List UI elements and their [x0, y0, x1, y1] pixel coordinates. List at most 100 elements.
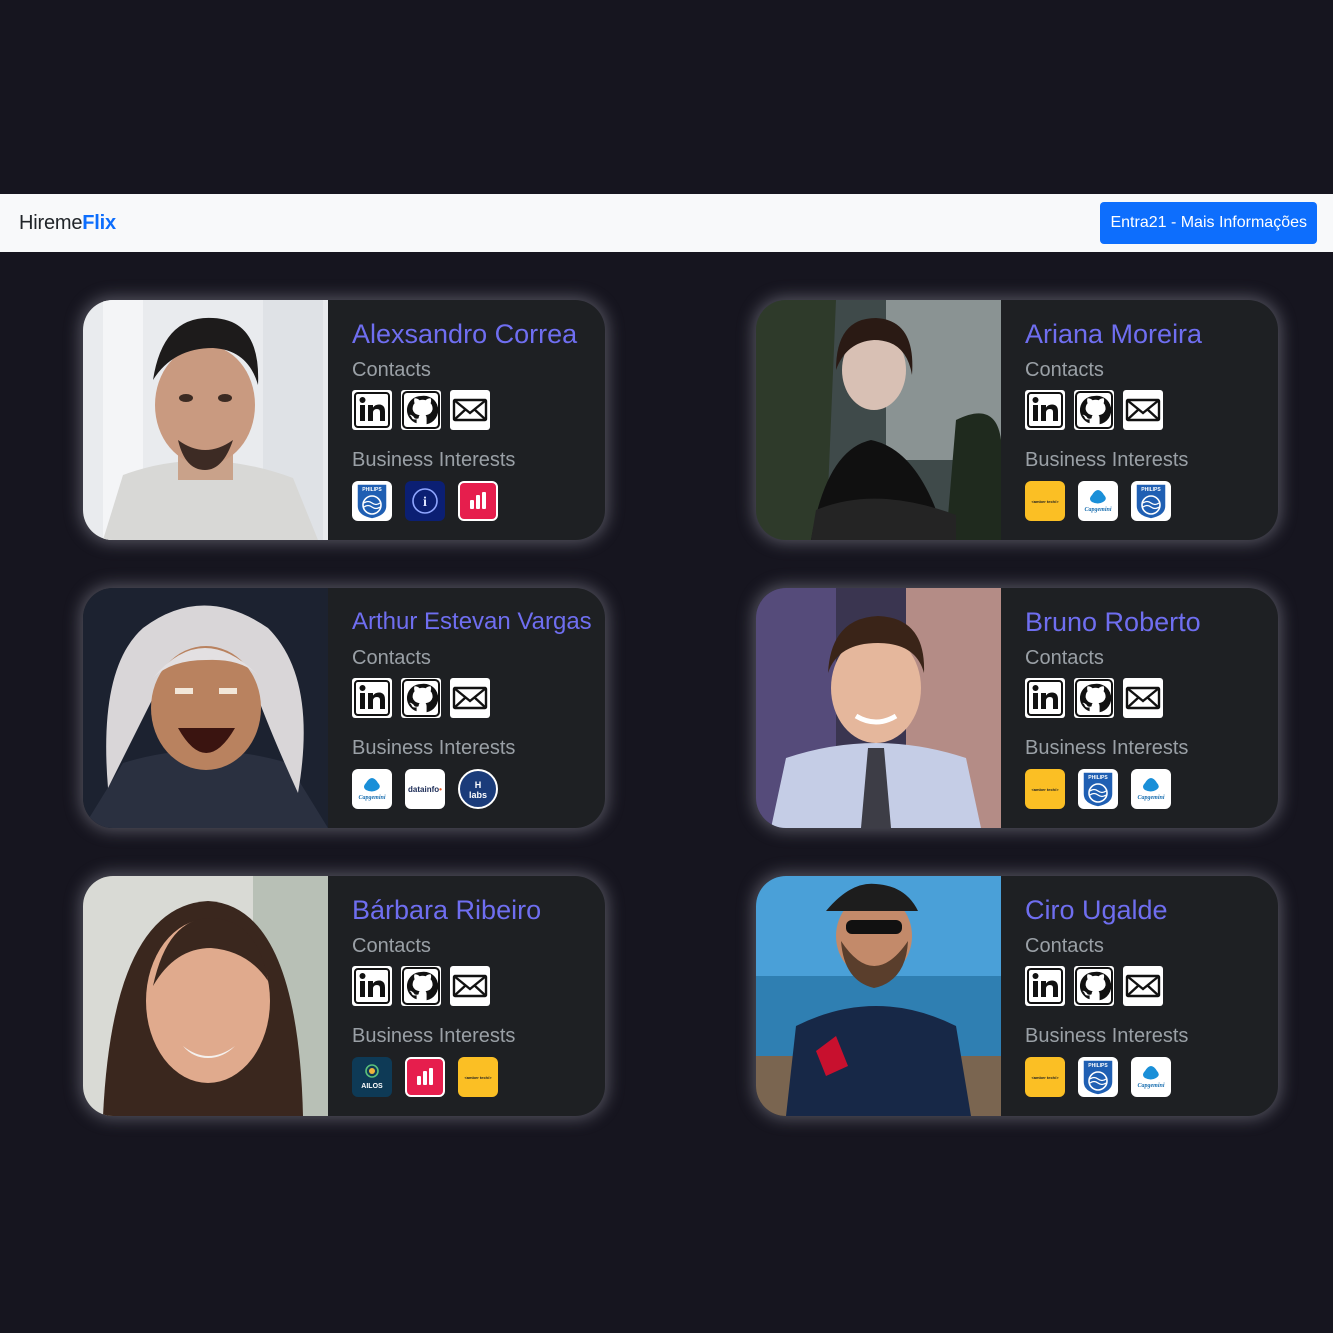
profile-info: Ariana Moreira Contacts Business Interes…	[1001, 300, 1278, 540]
contacts-heading: Contacts	[352, 359, 431, 381]
company-logo-red	[405, 1057, 445, 1097]
profile-name: Bruno Roberto	[1025, 607, 1201, 637]
github-icon[interactable]	[1074, 966, 1114, 1006]
profile-name: Arthur Estevan Vargas	[352, 608, 592, 635]
profile-name: Alexsandro Correa	[352, 319, 578, 349]
github-icon[interactable]	[401, 966, 441, 1006]
linkedin-icon[interactable]	[1025, 390, 1065, 430]
github-icon[interactable]	[1074, 390, 1114, 430]
contact-icons	[352, 678, 605, 718]
contact-icons	[1025, 390, 1278, 430]
email-icon[interactable]	[450, 390, 490, 430]
contacts-heading: Contacts	[352, 935, 431, 957]
contact-icons	[352, 966, 605, 1006]
linkedin-icon[interactable]	[352, 390, 392, 430]
linkedin-icon[interactable]	[1025, 966, 1065, 1006]
company-logo-cap: Capgemini	[352, 769, 392, 809]
contacts-heading: Contacts	[352, 647, 431, 669]
company-logo-datainfo: datainfo•	[405, 769, 445, 809]
linkedin-icon[interactable]	[1025, 678, 1065, 718]
profile-card: Ariana Moreira Contacts Business Interes…	[756, 300, 1278, 540]
svg-text:i: i	[423, 495, 427, 510]
business-interests-heading: Business Interests	[352, 1025, 516, 1047]
github-icon[interactable]	[401, 390, 441, 430]
email-icon[interactable]	[450, 678, 490, 718]
linkedin-icon[interactable]	[352, 966, 392, 1006]
company-logo-amber: <amber tech/>	[1025, 769, 1065, 809]
svg-text:PHILIPS: PHILIPS	[1141, 487, 1161, 493]
contact-icons	[1025, 966, 1278, 1006]
company-logo-philips: PHILIPS	[1131, 481, 1171, 521]
profile-photo	[756, 588, 1001, 828]
brand-text-hireme: Hireme	[19, 211, 83, 234]
company-logo-dark-blue: i	[405, 481, 445, 521]
company-logo-ailos: AILOS	[352, 1057, 392, 1097]
github-icon[interactable]	[1074, 678, 1114, 718]
contacts-heading: Contacts	[1025, 935, 1104, 957]
contact-icons	[352, 390, 605, 430]
company-logo-cap: Capgemini	[1131, 1057, 1171, 1097]
business-interests-heading: Business Interests	[352, 737, 516, 759]
linkedin-icon[interactable]	[352, 678, 392, 718]
profile-name: Ciro Ugalde	[1025, 895, 1168, 925]
company-logo-hlabs: Hlabs	[458, 769, 498, 809]
business-logos: <amber tech/> PHILIPS Capgemini	[1025, 769, 1278, 809]
brand-logo[interactable]: HiremeFlix	[19, 212, 116, 235]
contacts-heading: Contacts	[1025, 359, 1104, 381]
business-logos: <amber tech/> Capgemini PHILIPS	[1025, 481, 1278, 521]
company-logo-philips: PHILIPS	[1078, 1057, 1118, 1097]
business-interests-heading: Business Interests	[1025, 449, 1189, 471]
company-logo-philips: PHILIPS	[1078, 769, 1118, 809]
company-logo-amber: <amber tech/>	[458, 1057, 498, 1097]
svg-text:labs: labs	[469, 790, 487, 800]
company-logo-cap: Capgemini	[1131, 769, 1171, 809]
profile-photo	[83, 876, 328, 1116]
brand-text-flix: Flix	[82, 211, 116, 234]
profile-photo	[83, 588, 328, 828]
navbar: HiremeFlix Entra21 - Mais Informações	[0, 194, 1333, 252]
github-icon[interactable]	[401, 678, 441, 718]
profile-name: Bárbara Ribeiro	[352, 895, 542, 925]
company-logo-amber: <amber tech/>	[1025, 481, 1065, 521]
profile-card: Bárbara Ribeiro Contacts Business Intere…	[83, 876, 605, 1116]
company-logo-red	[458, 481, 498, 521]
profile-card: Arthur Estevan Vargas Contacts Business …	[83, 588, 605, 828]
business-logos: PHILIPS i	[352, 481, 605, 521]
profile-card: Bruno Roberto Contacts Business Interest…	[756, 588, 1278, 828]
company-logo-amber: <amber tech/>	[1025, 1057, 1065, 1097]
svg-text:H: H	[475, 780, 482, 790]
business-interests-heading: Business Interests	[1025, 737, 1189, 759]
business-logos: <amber tech/> PHILIPS Capgemini	[1025, 1057, 1278, 1097]
profile-info: Bárbara Ribeiro Contacts Business Intere…	[328, 876, 605, 1116]
svg-text:Capgemini: Capgemini	[1137, 1083, 1164, 1089]
profile-name: Ariana Moreira	[1025, 319, 1203, 349]
profile-card: Ciro Ugalde Contacts Business Interests …	[756, 876, 1278, 1116]
svg-text:PHILIPS: PHILIPS	[1088, 1063, 1108, 1069]
svg-text:Capgemini: Capgemini	[1137, 795, 1164, 801]
more-info-button[interactable]: Entra21 - Mais Informações	[1100, 202, 1317, 244]
profile-photo	[83, 300, 328, 540]
email-icon[interactable]	[1123, 966, 1163, 1006]
profile-photo	[756, 876, 1001, 1116]
svg-text:PHILIPS: PHILIPS	[362, 487, 382, 493]
business-interests-heading: Business Interests	[352, 449, 516, 471]
email-icon[interactable]	[1123, 678, 1163, 718]
business-interests-heading: Business Interests	[1025, 1025, 1189, 1047]
svg-text:Capgemini: Capgemini	[1084, 507, 1111, 513]
profile-info: Ciro Ugalde Contacts Business Interests …	[1001, 876, 1278, 1116]
svg-text:AILOS: AILOS	[361, 1083, 383, 1090]
svg-text:Capgemini: Capgemini	[358, 795, 385, 801]
profile-info: Arthur Estevan Vargas Contacts Business …	[328, 588, 605, 828]
company-logo-cap: Capgemini	[1078, 481, 1118, 521]
contacts-heading: Contacts	[1025, 647, 1104, 669]
business-logos: AILOS <amber tech/>	[352, 1057, 605, 1097]
company-logo-philips: PHILIPS	[352, 481, 392, 521]
profile-photo	[756, 300, 1001, 540]
email-icon[interactable]	[450, 966, 490, 1006]
contact-icons	[1025, 678, 1278, 718]
svg-text:PHILIPS: PHILIPS	[1088, 775, 1108, 781]
email-icon[interactable]	[1123, 390, 1163, 430]
business-logos: Capgemini datainfo• Hlabs	[352, 769, 605, 809]
profile-info: Alexsandro Correa Contacts Business Inte…	[328, 300, 605, 540]
profile-card: Alexsandro Correa Contacts Business Inte…	[83, 300, 605, 540]
